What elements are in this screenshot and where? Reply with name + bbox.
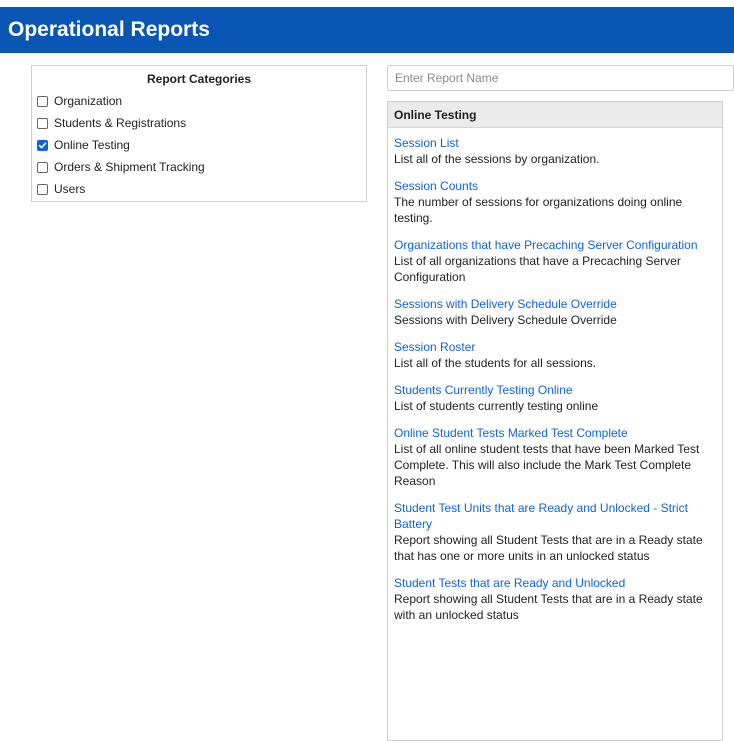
category-item-online-testing[interactable]: Online Testing [37, 134, 366, 156]
report-description: List all of the sessions by organization… [394, 152, 600, 166]
checkmark-icon [38, 141, 47, 148]
report-item: Organizations that have Precaching Serve… [388, 237, 722, 285]
category-item-organization[interactable]: Organization [37, 90, 366, 112]
report-description: List of students currently testing onlin… [394, 399, 599, 413]
page-title: Operational Reports [8, 18, 210, 41]
category-item-users[interactable]: Users [37, 178, 366, 200]
category-list: Organization Students & Registrations On… [32, 90, 366, 200]
report-link[interactable]: Online Student Tests Marked Test Complet… [394, 425, 716, 441]
category-label: Users [54, 182, 86, 196]
report-description: List of all organizations that have a Pr… [394, 254, 681, 284]
category-checkbox[interactable] [37, 161, 48, 173]
report-description: List of all online student tests that ha… [394, 442, 700, 488]
report-link[interactable]: Student Tests that are Ready and Unlocke… [394, 575, 716, 591]
category-checkbox[interactable] [37, 183, 48, 195]
report-search-input[interactable] [387, 65, 734, 91]
reports-panel-title: Online Testing [388, 102, 722, 128]
report-link[interactable]: Organizations that have Precaching Serve… [394, 237, 716, 253]
report-item: Student Tests that are Ready and Unlocke… [388, 575, 722, 623]
report-description: Report showing all Student Tests that ar… [394, 592, 703, 622]
category-label: Orders & Shipment Tracking [54, 160, 205, 174]
category-checkbox[interactable] [37, 117, 48, 129]
report-link[interactable]: Student Test Units that are Ready and Un… [394, 500, 716, 532]
category-item-students-registrations[interactable]: Students & Registrations [37, 112, 366, 134]
report-item: Session List List all of the sessions by… [388, 135, 722, 167]
report-link[interactable]: Sessions with Delivery Schedule Override [394, 296, 716, 312]
report-link[interactable]: Session Roster [394, 339, 716, 355]
report-link[interactable]: Session List [394, 135, 716, 151]
category-item-orders-shipment-tracking[interactable]: Orders & Shipment Tracking [37, 156, 366, 178]
report-item: Students Currently Testing Online List o… [388, 382, 722, 414]
reports-panel: Online Testing Session List List all of … [387, 101, 723, 741]
report-description: Report showing all Student Tests that ar… [394, 533, 703, 563]
category-checkbox[interactable] [37, 139, 48, 151]
category-label: Organization [54, 94, 123, 108]
category-checkbox[interactable] [37, 95, 48, 107]
report-link[interactable]: Students Currently Testing Online [394, 382, 716, 398]
report-list: Session List List all of the sessions by… [388, 135, 722, 623]
report-item: Sessions with Delivery Schedule Override… [388, 296, 722, 328]
report-description: The number of sessions for organizations… [394, 195, 683, 225]
category-label: Online Testing [54, 138, 130, 152]
report-item: Student Test Units that are Ready and Un… [388, 500, 722, 564]
category-label: Students & Registrations [54, 116, 187, 130]
report-item: Session Counts The number of sessions fo… [388, 178, 722, 226]
report-description: Sessions with Delivery Schedule Override [394, 313, 617, 327]
report-description: List all of the students for all session… [394, 356, 597, 370]
report-item: Session Roster List all of the students … [388, 339, 722, 371]
report-item: Online Student Tests Marked Test Complet… [388, 425, 722, 489]
categories-title: Report Categories [146, 72, 252, 86]
report-link[interactable]: Session Counts [394, 178, 716, 194]
report-categories-panel: Report Categories Organization Students … [31, 65, 367, 202]
page-header: Operational Reports [0, 7, 734, 53]
